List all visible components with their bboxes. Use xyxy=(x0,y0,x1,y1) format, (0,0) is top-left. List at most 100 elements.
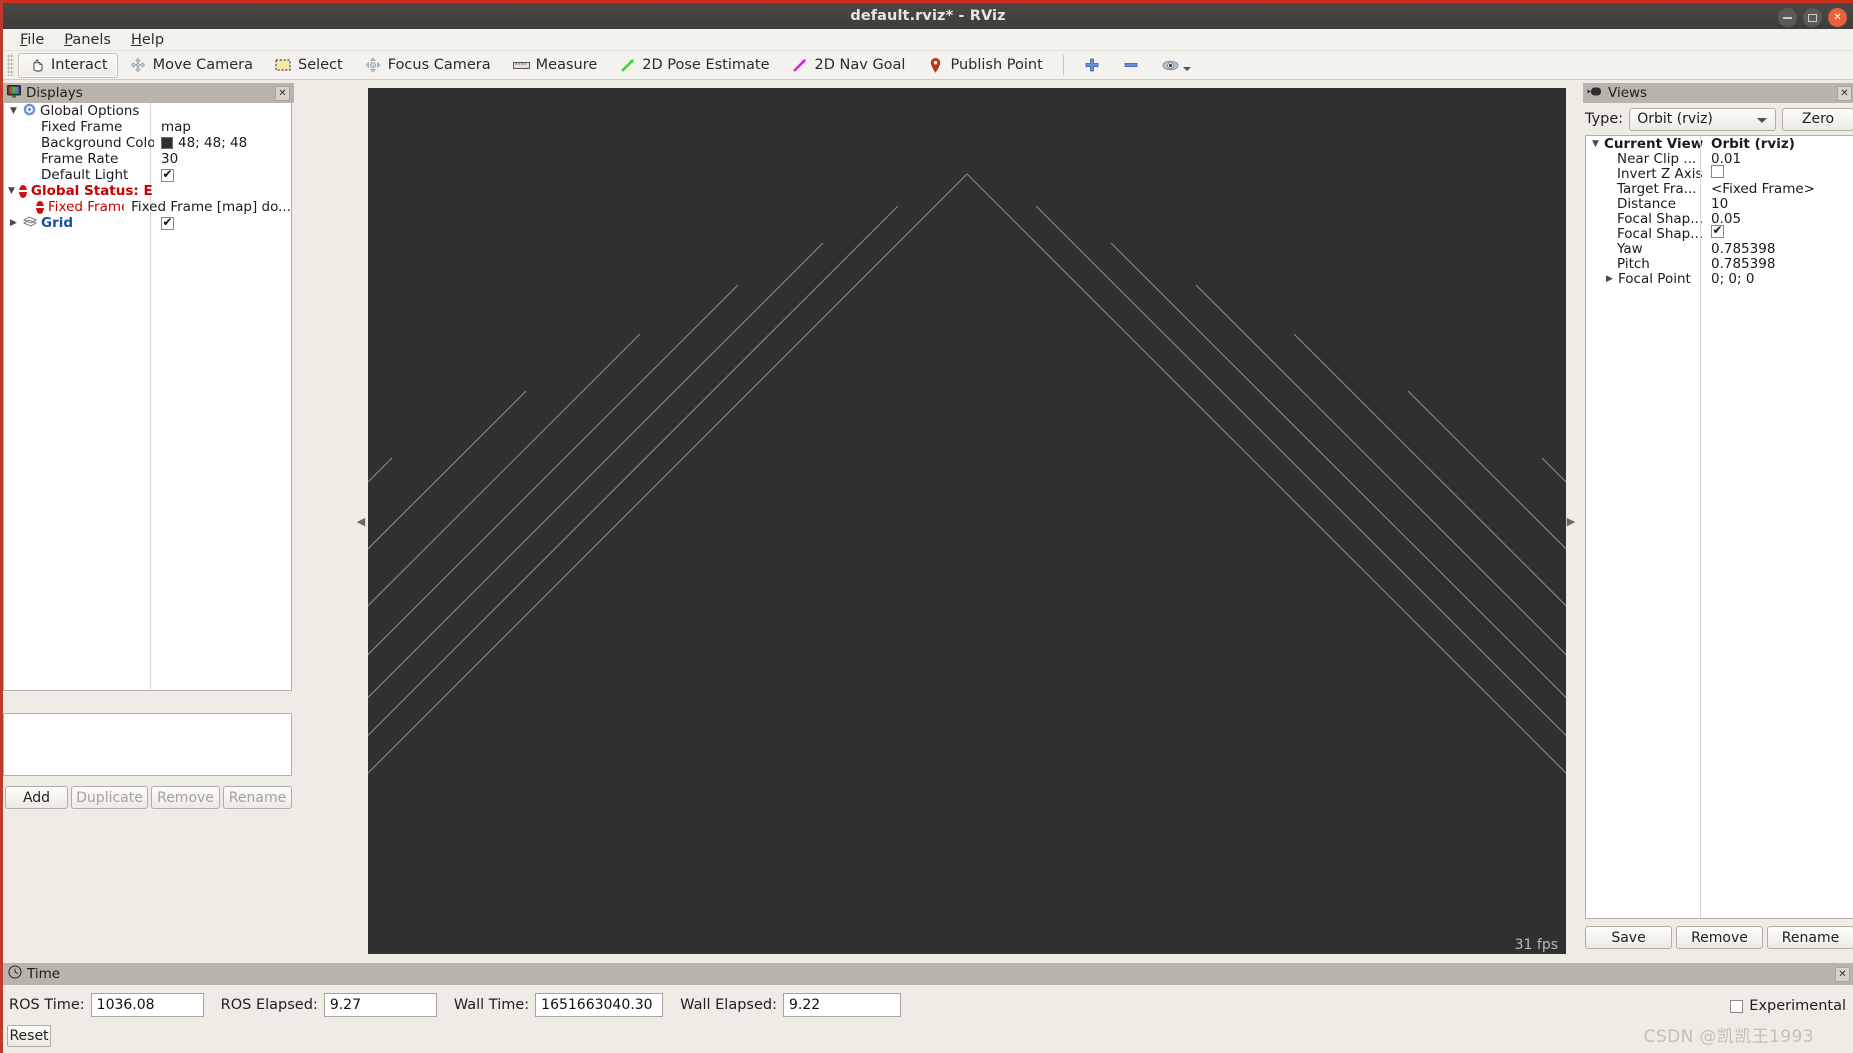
tool-move-camera[interactable]: Move Camera xyxy=(120,53,263,78)
rename-display-label: Rename xyxy=(228,789,287,806)
display-row-frame-rate[interactable]: Frame Rate 30 xyxy=(4,151,291,167)
display-row-global-status[interactable]: ▼ Global Status: E... xyxy=(4,183,291,199)
minimize-button[interactable] xyxy=(1778,8,1797,27)
reset-time-button[interactable]: Reset xyxy=(7,1025,51,1047)
remove-view-label: Remove xyxy=(1691,929,1748,946)
view-row-focal-point[interactable]: ▶ Focal Point 0; 0; 0 xyxy=(1586,271,1853,287)
view-row-distance[interactable]: Distance 10 xyxy=(1586,196,1853,212)
add-display-button[interactable]: Add xyxy=(5,786,68,809)
window-controls: ✕ xyxy=(1778,8,1847,27)
rename-display-button[interactable]: Rename xyxy=(223,786,292,809)
close-button[interactable]: ✕ xyxy=(1828,8,1847,27)
wall-time-label: Wall Time: xyxy=(453,997,530,1013)
wall-time-input[interactable]: 1651663040.30 xyxy=(535,993,664,1017)
tool-focus-camera-label: Focus Camera xyxy=(387,57,491,73)
expander-icon[interactable]: ▼ xyxy=(1590,139,1601,149)
display-row-default-light[interactable]: Default Light xyxy=(4,167,291,183)
tool-focus-camera[interactable]: Focus Camera xyxy=(355,53,501,78)
right-splitter-handle[interactable]: ▶ xyxy=(1566,88,1576,954)
focus-camera-icon xyxy=(365,57,382,74)
display-description-box xyxy=(3,713,292,776)
menu-panels[interactable]: Panels xyxy=(55,30,120,50)
zero-button[interactable]: Zero xyxy=(1782,107,1853,131)
view-type-select[interactable]: Orbit (rviz) xyxy=(1629,107,1776,131)
remove-display-button[interactable]: Remove xyxy=(151,786,220,809)
display-value[interactable]: 48; 48; 48 xyxy=(178,135,247,151)
left-splitter-handle[interactable]: ◀ xyxy=(356,88,366,954)
display-value[interactable]: 30 xyxy=(161,151,178,167)
views-panel-close-icon[interactable]: ✕ xyxy=(1837,85,1852,101)
displays-tree[interactable]: ▼ Global Options Fixed Frame map Backgro… xyxy=(3,103,292,691)
tool-publish-point[interactable]: Publish Point xyxy=(917,53,1052,78)
views-tree[interactable]: ▼ Current View Orbit (rviz) Near Clip ...… xyxy=(1585,135,1853,919)
experimental-toggle[interactable]: Experimental xyxy=(1730,998,1846,1014)
display-label: Grid xyxy=(41,215,74,231)
clock-icon xyxy=(8,965,22,983)
grid-enable-checkbox[interactable] xyxy=(161,215,174,230)
tool-select[interactable]: Select xyxy=(265,53,353,78)
display-row-status-fixed-frame[interactable]: Fixed Frame Fixed Frame [map] do... xyxy=(4,199,291,215)
display-value[interactable]: map xyxy=(161,119,191,135)
view-label: Near Clip ... xyxy=(1617,150,1697,167)
display-label: Fixed Frame xyxy=(41,119,123,135)
display-label: Global Status: E... xyxy=(30,183,154,199)
focal-shape-fixed-size-checkbox[interactable] xyxy=(1711,223,1724,238)
view-row-focal-shape-fixed-size[interactable]: Focal Shap... xyxy=(1586,223,1853,242)
tool-2d-nav-goal[interactable]: 2D Nav Goal xyxy=(782,53,916,78)
ros-elapsed-input[interactable]: 9.27 xyxy=(323,993,437,1017)
tool-interact[interactable]: Interact xyxy=(18,52,118,78)
toolbar-drag-handle[interactable] xyxy=(7,54,14,76)
invert-z-axis-checkbox[interactable] xyxy=(1711,165,1724,178)
display-row-background-color[interactable]: Background Color 48; 48; 48 xyxy=(4,135,291,151)
view-value[interactable]: 0.785398 xyxy=(1704,256,1775,272)
experimental-checkbox[interactable] xyxy=(1730,999,1744,1013)
rename-view-button[interactable]: Rename xyxy=(1767,926,1853,949)
view-value[interactable]: <Fixed Frame> xyxy=(1704,181,1815,197)
expander-icon[interactable]: ▶ xyxy=(1604,274,1615,284)
time-panel-close-icon[interactable]: ✕ xyxy=(1835,967,1850,982)
view-row-pitch[interactable]: Pitch 0.785398 xyxy=(1586,256,1853,272)
save-view-button[interactable]: Save xyxy=(1585,926,1672,949)
experimental-label: Experimental xyxy=(1749,998,1846,1014)
tool-measure[interactable]: Measure xyxy=(503,53,608,78)
displays-panel-close-icon[interactable]: ✕ xyxy=(275,85,290,101)
view-value[interactable]: 0.785398 xyxy=(1704,241,1775,257)
view-value[interactable]: 0; 0; 0 xyxy=(1704,271,1754,287)
ros-time-input[interactable]: 1036.08 xyxy=(90,993,204,1017)
displays-panel-header: Displays ✕ xyxy=(3,83,294,103)
view-value[interactable]: 10 xyxy=(1704,196,1728,212)
color-swatch[interactable] xyxy=(161,137,173,149)
zero-button-label: Zero xyxy=(1801,111,1835,127)
views-panel-header: Views ✕ xyxy=(1583,83,1853,103)
hand-cursor-icon xyxy=(28,57,45,74)
ruler-icon xyxy=(512,57,530,74)
display-row-fixed-frame[interactable]: Fixed Frame map xyxy=(4,119,291,135)
remove-view-button[interactable]: Remove xyxy=(1676,926,1763,949)
zoom-in-button[interactable] xyxy=(1074,53,1111,78)
menu-file[interactable]: File xyxy=(11,30,53,50)
view-row-yaw[interactable]: Yaw 0.785398 xyxy=(1586,241,1853,257)
tool-interact-label: Interact xyxy=(51,57,108,73)
expander-icon[interactable]: ▼ xyxy=(8,186,15,196)
expander-icon[interactable]: ▶ xyxy=(8,218,19,228)
view-row-current-view[interactable]: ▼ Current View Orbit (rviz) xyxy=(1586,136,1853,152)
eye-icon xyxy=(1162,57,1179,74)
ros-time-value: 1036.08 xyxy=(96,997,155,1013)
move-camera-icon xyxy=(130,57,147,74)
duplicate-display-button[interactable]: Duplicate xyxy=(71,786,148,809)
maximize-button[interactable] xyxy=(1803,8,1822,27)
view-row-target-frame[interactable]: Target Fra... <Fixed Frame> xyxy=(1586,181,1853,197)
menu-help[interactable]: Help xyxy=(122,30,173,50)
default-light-checkbox[interactable] xyxy=(161,167,174,182)
wall-elapsed-input[interactable]: 9.22 xyxy=(782,993,901,1017)
camera-view-button[interactable] xyxy=(1152,53,1201,78)
expander-icon[interactable]: ▼ xyxy=(8,106,19,116)
tool-2d-pose-estimate[interactable]: 2D Pose Estimate xyxy=(609,53,779,78)
render-viewport-3d[interactable]: 31 fps xyxy=(368,88,1566,954)
view-label: Invert Z Axis xyxy=(1617,165,1703,182)
display-row-grid[interactable]: ▶ Grid xyxy=(4,215,291,231)
display-row-global-options[interactable]: ▼ Global Options xyxy=(4,103,291,119)
view-row-invert-z-axis[interactable]: Invert Z Axis xyxy=(1586,165,1853,182)
zoom-out-button[interactable] xyxy=(1113,53,1150,78)
view-row-near-clip[interactable]: Near Clip ... 0.01 xyxy=(1586,150,1853,167)
